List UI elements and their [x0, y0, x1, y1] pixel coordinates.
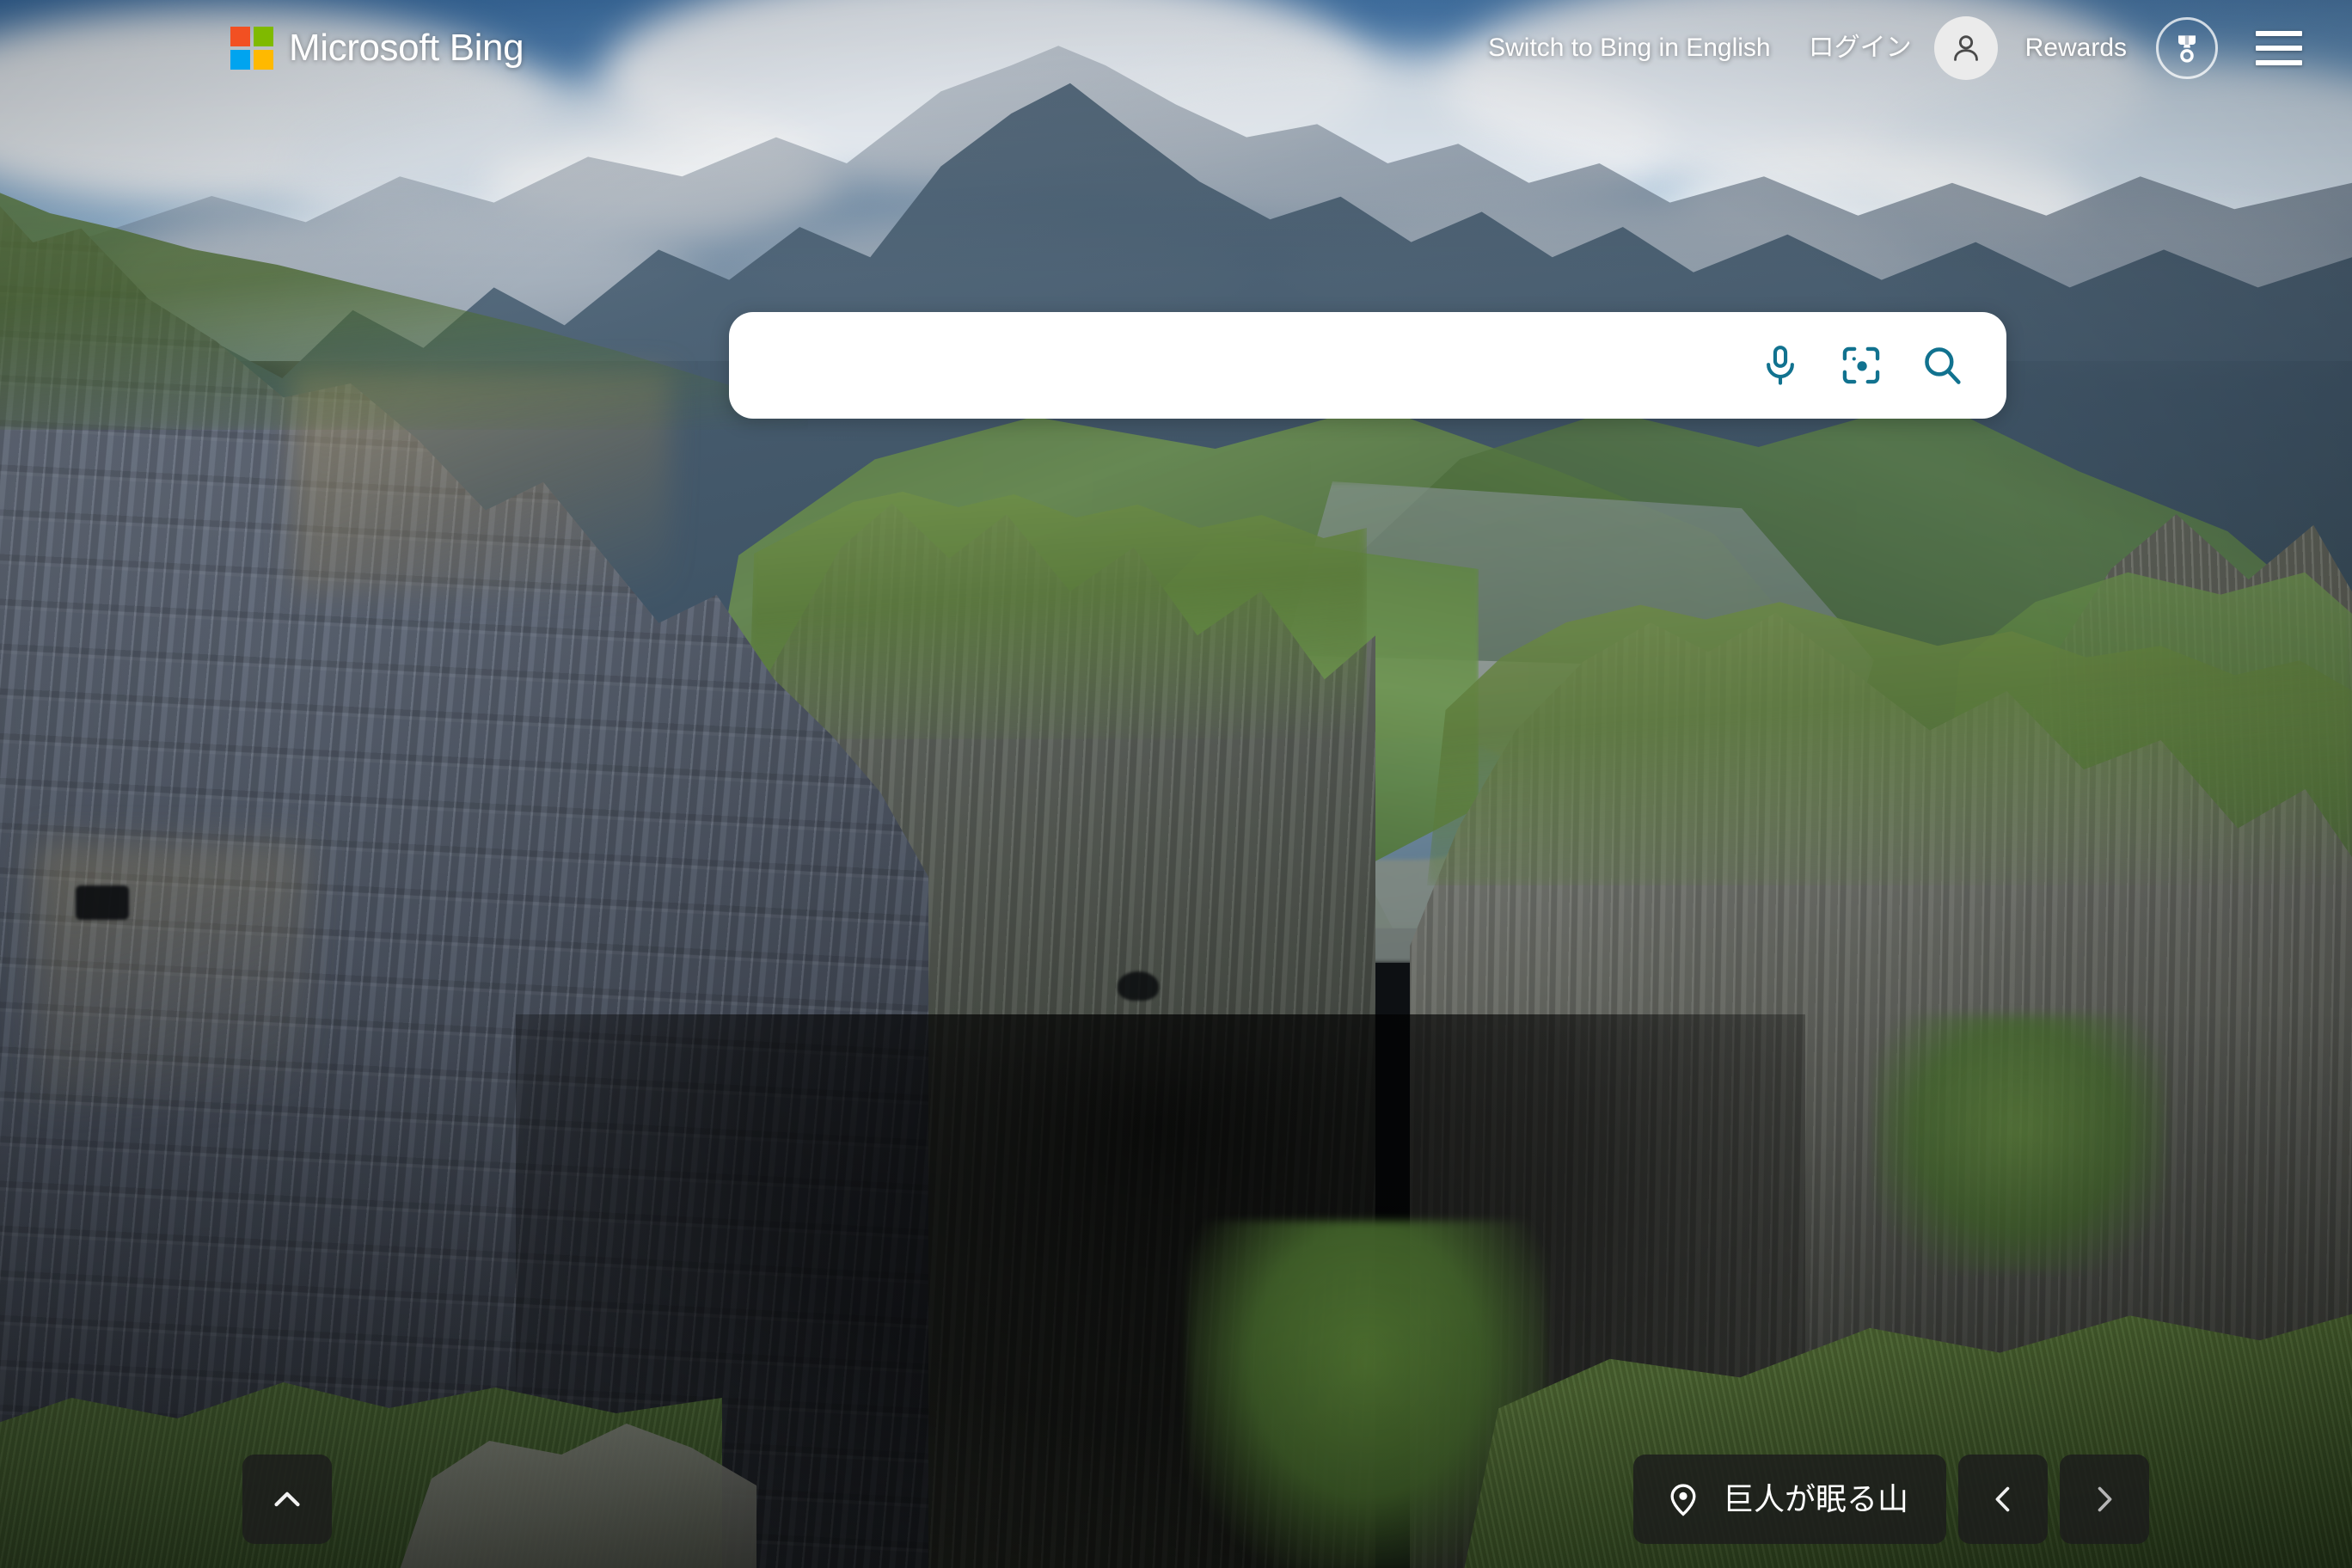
search-icon [1925, 347, 1961, 384]
medal-icon [2178, 35, 2196, 63]
switch-language-link[interactable]: Switch to Bing in English [1469, 35, 1790, 61]
chevron-left-icon [1995, 1486, 2010, 1512]
vignette-overlay [0, 0, 2352, 1568]
brand-name: Microsoft Bing [289, 27, 524, 69]
visual-search-icon [1842, 346, 1880, 384]
search-actions [1740, 325, 2006, 406]
person-icon [1953, 35, 1978, 61]
microsoft-logo-icon [230, 27, 273, 70]
search-submit-button[interactable] [1902, 325, 1982, 406]
search-input[interactable] [729, 312, 1740, 419]
page-header: Microsoft Bing Switch to Bing in English… [0, 0, 2352, 96]
avatar[interactable] [1933, 16, 1998, 80]
location-pin-icon [1670, 1484, 1696, 1516]
image-location-chip[interactable]: 巨人が眠る山 [1632, 1455, 1946, 1544]
header-nav: Switch to Bing in English ログイン Rewards [1469, 0, 2318, 96]
chevron-right-icon [2098, 1486, 2112, 1512]
visual-search-button[interactable] [1821, 325, 1902, 406]
chevron-up-icon [274, 1491, 300, 1507]
image-location-label: 巨人が眠る山 [1722, 1481, 1908, 1516]
next-image-button[interactable] [2060, 1455, 2149, 1544]
bing-homepage: Microsoft Bing Switch to Bing in English… [0, 0, 2352, 1568]
background-hero-image [0, 0, 2352, 1568]
bing-logo-link[interactable]: Microsoft Bing [230, 27, 524, 70]
rewards-link[interactable]: Rewards [2006, 35, 2146, 61]
hamburger-menu-icon[interactable] [2247, 16, 2311, 80]
sign-in-link[interactable]: ログイン [1790, 35, 1926, 61]
image-info-bar: 巨人が眠る山 [1632, 1455, 2149, 1544]
search-box[interactable] [729, 312, 2006, 419]
scroll-up-button[interactable] [242, 1455, 332, 1544]
microphone-icon [1767, 346, 1794, 385]
rewards-badge-button[interactable] [2156, 17, 2218, 79]
voice-search-button[interactable] [1740, 325, 1821, 406]
previous-image-button[interactable] [1958, 1455, 2048, 1544]
